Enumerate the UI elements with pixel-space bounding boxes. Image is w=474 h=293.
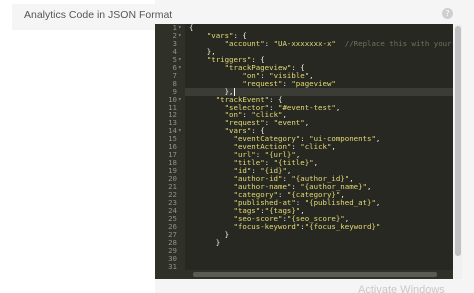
fold-toggle-icon[interactable]: ▾	[178, 127, 182, 135]
horizontal-scrollbar-thumb[interactable]	[193, 272, 437, 277]
code-line: "account": "UA-xxxxxxx-x" //Replace this…	[224, 38, 452, 48]
field-label: Analytics Code in JSON Format	[24, 9, 173, 21]
question-mark-icon[interactable]: ?	[442, 8, 453, 19]
fold-toggle-icon[interactable]: ▾	[178, 56, 182, 64]
activate-windows-watermark: Activate Windows	[358, 284, 445, 293]
json-code-editor[interactable]: 1 ▾ 2 ▾ 3 4 5 ▾ 6 ▾ 7 8 9 10 ▾ 11 12 13 14 ▾ 15 16 17 18 19 20 21 2…	[155, 24, 453, 279]
fold-toggle-icon[interactable]: ▾	[178, 24, 182, 32]
horizontal-scrollbar[interactable]	[185, 270, 453, 279]
line-number-gutter: 1 ▾ 2 ▾ 3 4 5 ▾ 6 ▾ 7 8 9 10 ▾ 11 12 13 14 ▾ 15 16 17 18 19 20 21 2…	[155, 24, 185, 279]
vertical-scrollbar[interactable]	[454, 24, 462, 279]
code-line: }	[189, 237, 221, 247]
fold-toggle-icon[interactable]: ▾	[178, 96, 182, 104]
vertical-scrollbar-thumb[interactable]	[455, 26, 461, 256]
fold-toggle-icon[interactable]: ▾	[178, 64, 182, 72]
fold-toggle-icon[interactable]: ▾	[178, 32, 182, 40]
left-panel	[0, 0, 155, 293]
line-number: 31	[168, 261, 177, 271]
